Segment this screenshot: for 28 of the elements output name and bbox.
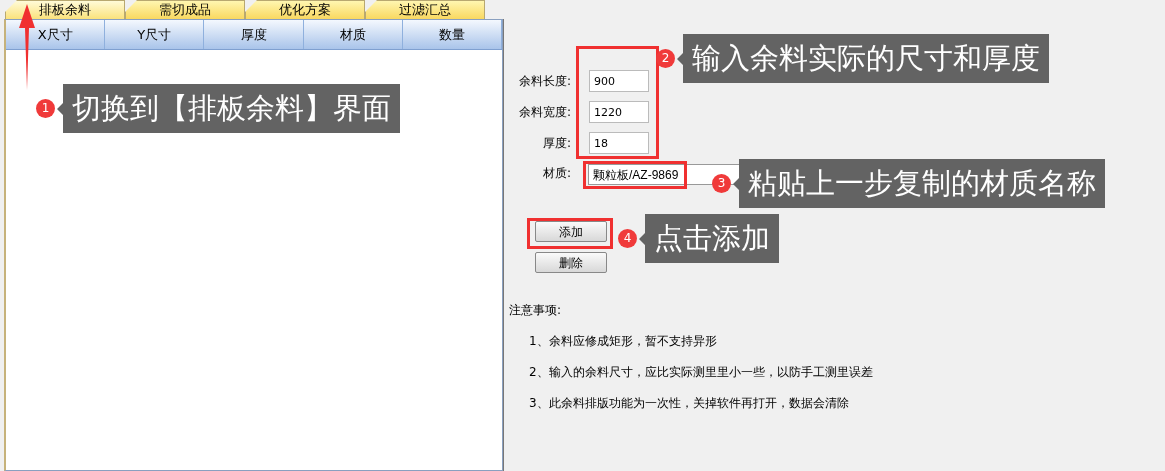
notes-title: 注意事项: (509, 303, 563, 318)
tab[interactable]: 需切成品 (125, 0, 245, 19)
column-header[interactable]: 数量 (402, 20, 502, 49)
action-button[interactable]: 添加 (535, 221, 607, 242)
tab[interactable]: 过滤汇总 (365, 0, 485, 19)
note-text: 3、此余料排版功能为一次性，关掉软件再打开，数据会清除 (529, 396, 850, 411)
callout-tooltip: 点击添加 (639, 214, 779, 263)
field-label: 材质: (541, 165, 571, 182)
step-number: 4 (618, 229, 637, 248)
field-label: 厚度: (541, 135, 571, 152)
column-header[interactable]: 厚度 (204, 20, 304, 49)
field-label: 余料宽度: (517, 104, 571, 121)
step-number: 2 (656, 49, 675, 68)
column-header[interactable]: Y尺寸 (105, 20, 205, 49)
input-field[interactable]: 18 (589, 132, 649, 154)
callout-tooltip: 输入余料实际的尺寸和厚度 (677, 34, 1049, 83)
input-field[interactable]: 900 (589, 70, 649, 92)
note-text: 1、余料应修成矩形，暂不支持异形 (529, 334, 718, 349)
field-label: 余料长度: (517, 73, 571, 90)
note-text: 2、输入的余料尺寸，应比实际测里里小一些，以防手工测里误差 (529, 365, 874, 380)
callout-tooltip: 切换到【排板余料】界面 (57, 84, 400, 133)
tab[interactable]: 优化方案 (245, 0, 365, 19)
column-header[interactable]: 材质 (303, 20, 403, 49)
input-field[interactable]: 1220 (589, 101, 649, 123)
tab[interactable]: 排板余料 (5, 0, 125, 19)
dropdown-value: 颗粒板/AZ-9869 (593, 167, 679, 182)
callout-tooltip: 粘贴上一步复制的材质名称 (733, 159, 1105, 208)
action-button[interactable]: 删除 (535, 252, 607, 273)
